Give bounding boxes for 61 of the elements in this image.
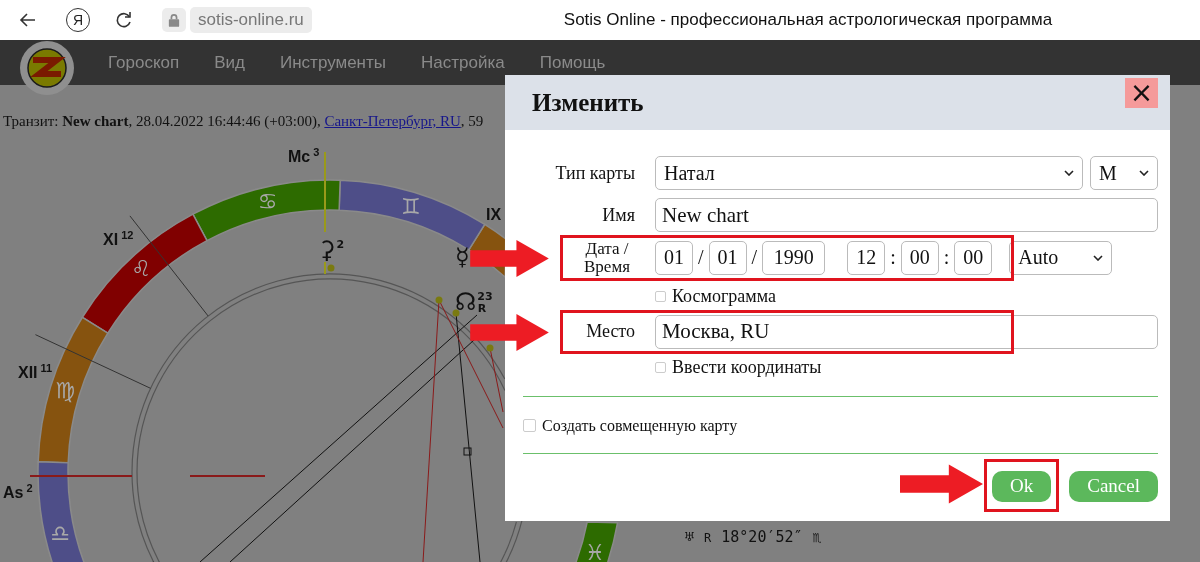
- field-label: Имя: [602, 204, 636, 226]
- house-label: XII $^{11}$: [18, 362, 53, 381]
- url-field[interactable]: sotis-online.ru: [190, 7, 312, 33]
- caret-icon: [1139, 170, 1149, 176]
- menu-item[interactable]: Инструменты: [280, 52, 386, 73]
- house-label: Mc $^{3}$: [288, 146, 320, 165]
- transit-info: Транзит: New chart, 28.04.2022 16:44:46 (+03:00), Санкт-Петербург, RU, 59: [3, 113, 484, 130]
- mode-select[interactable]: M: [1090, 156, 1158, 190]
- field-label: Тип карты: [555, 162, 636, 184]
- planet-glyph: ♅: [685, 528, 695, 546]
- checkbox[interactable]: [655, 290, 666, 302]
- text-field[interactable]: New chart: [655, 198, 1158, 232]
- zodiac-glyph: ♌: [131, 256, 151, 282]
- menu-item[interactable]: Настройка: [421, 52, 505, 73]
- close-button[interactable]: ×: [1125, 77, 1158, 108]
- menu-item[interactable]: Гороскоп: [108, 52, 180, 73]
- planet-glyph: ☿: [455, 243, 470, 271]
- arrow-icon: [468, 239, 551, 277]
- time-separator: :: [943, 246, 950, 270]
- retrograde-mark: R: [704, 531, 712, 545]
- field-label: Дата / Время: [583, 240, 631, 276]
- text-field[interactable]: Москва, RU: [655, 314, 1158, 349]
- house-label: As $^{2}$: [3, 482, 33, 501]
- checkbox[interactable]: [523, 419, 536, 433]
- menu-item[interactable]: Помощь: [539, 52, 606, 73]
- date-separator: /: [698, 246, 704, 270]
- lock-icon[interactable]: [162, 8, 186, 32]
- checkbox-label: Ввести координаты: [672, 356, 822, 378]
- place-link[interactable]: Санкт-Петербург, RU: [324, 113, 461, 129]
- planet-glyph: ⚳$^{2}$: [318, 236, 345, 264]
- chart-type-select[interactable]: Натал: [655, 156, 1083, 190]
- refresh-icon[interactable]: [114, 10, 134, 30]
- field-label: Место: [586, 321, 636, 343]
- time-separator: :: [890, 246, 896, 270]
- sign-glyph: ♏: [812, 528, 822, 546]
- zodiac-glyph: ♓: [585, 540, 605, 562]
- time-field[interactable]: 12: [847, 240, 886, 275]
- zodiac-glyph: ♊: [401, 194, 421, 220]
- time-field[interactable]: 00: [900, 240, 939, 275]
- time-field[interactable]: 00: [954, 240, 993, 275]
- house-label: IX: [486, 206, 502, 223]
- checkbox[interactable]: [655, 361, 666, 373]
- caret-icon: [1093, 254, 1104, 261]
- logo-icon[interactable]: [19, 39, 75, 96]
- zodiac-glyph: ♎: [50, 521, 70, 547]
- zodiac-glyph: ♋: [257, 189, 278, 215]
- date-field[interactable]: 1990: [762, 240, 826, 275]
- dialog-title: Изменить: [532, 88, 644, 117]
- arrow-icon: [468, 313, 551, 351]
- caret-icon: [1064, 170, 1074, 176]
- checkbox-label: Космограмма: [672, 285, 776, 307]
- house-label: XI $^{12}$: [103, 229, 134, 248]
- date-field[interactable]: 01: [708, 240, 747, 275]
- checkbox-label: Создать совмещенную карту: [542, 416, 738, 435]
- menu-item[interactable]: Вид: [214, 52, 245, 73]
- degree-value: 18°20′52″: [721, 528, 803, 546]
- zodiac-glyph: ♍: [55, 378, 75, 403]
- date-field[interactable]: 01: [655, 240, 693, 275]
- page-title: Sotis Online - профессиональная астрологическая программа: [563, 10, 1053, 30]
- date-separator: /: [751, 246, 758, 270]
- timezone-select[interactable]: Auto: [1009, 240, 1113, 275]
